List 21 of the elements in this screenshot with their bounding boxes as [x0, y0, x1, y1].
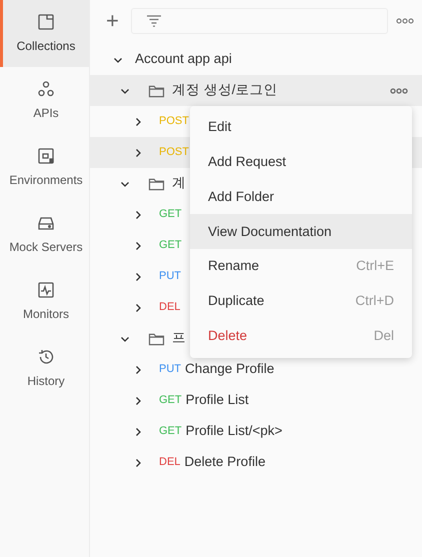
tree-label: Profile List/<pk> [186, 422, 282, 440]
tree-label: 프 [172, 329, 186, 348]
method-label: GET [159, 207, 182, 222]
method-label: POST [159, 145, 189, 160]
tree-label: 계 [172, 174, 186, 192]
method-label: GET [159, 393, 182, 408]
method-label: GET [159, 424, 182, 440]
method-label: PUT [159, 362, 181, 378]
tree-label: Delete Profile [184, 453, 266, 472]
shortcut-label: Ctrl+E [356, 257, 394, 276]
shortcut-label: Ctrl+D [355, 292, 394, 310]
method-label: POST [159, 114, 189, 130]
method-label: PUT [159, 269, 181, 284]
tree-label: Profile List [186, 391, 249, 410]
tree-label: 계정 생성/로그인 [172, 81, 278, 100]
shortcut-label: Del [374, 327, 394, 346]
method-label: DEL [159, 455, 180, 470]
tree-label: Change Profile [185, 360, 274, 378]
method-label: DEL [159, 300, 180, 316]
method-label: GET [159, 238, 182, 254]
tree-label: Account app api [135, 50, 232, 68]
